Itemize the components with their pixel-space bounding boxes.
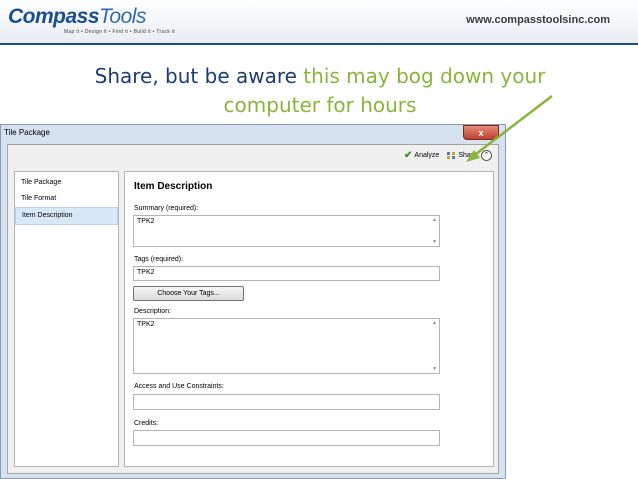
title-part-1: Share, but be aware — [94, 64, 304, 88]
share-icon — [447, 151, 456, 160]
summary-label: Summary (required): — [134, 205, 199, 212]
share-button[interactable]: Share — [447, 151, 477, 160]
description-label: Description: — [134, 308, 171, 315]
tags-value: TPK2 — [137, 269, 155, 276]
toolbar: ✔ Analyze Share ⌃ — [396, 150, 492, 161]
slide-title: Share, but be aware this may bog down yo… — [40, 62, 600, 120]
section-title: Item Description — [134, 181, 213, 192]
close-button[interactable]: x — [463, 125, 499, 140]
analyze-label: Analyze — [414, 152, 440, 159]
tags-field[interactable]: TPK2 — [133, 266, 440, 281]
tile-package-window: Tile Package x ✔ Analyze Share ⌃ Tile Pa… — [0, 124, 506, 479]
choose-tags-button[interactable]: Choose Your Tags... — [133, 286, 244, 301]
summary-value: TPK2 — [137, 218, 155, 225]
title-part-3: computer for hours — [223, 93, 417, 117]
summary-scrollbar[interactable]: ▲ ▼ — [430, 216, 439, 246]
logo-accent: Tools — [99, 5, 146, 28]
title-part-2: this may bog down your — [303, 64, 546, 88]
logo-main: Compass — [8, 5, 100, 28]
window-title: Tile Package — [4, 128, 50, 137]
sidebar-item-item-description[interactable]: Item Description — [15, 207, 118, 225]
item-description-panel: Item Description Summary (required): TPK… — [124, 171, 494, 467]
tags-label: Tags (required): — [134, 256, 184, 263]
sidebar-item-tile-package[interactable]: Tile Package — [15, 175, 118, 191]
logo-tagline: Map it • Design it • Find it • Build it … — [64, 29, 175, 35]
description-field[interactable]: TPK2 ▲ ▼ — [133, 318, 440, 374]
share-label: Share — [458, 152, 477, 159]
sidebar: Tile Package Tile Format Item Descriptio… — [14, 171, 119, 467]
analyze-button[interactable]: ✔ Analyze — [404, 150, 439, 161]
company-url: www.compasstoolsinc.com — [466, 14, 610, 26]
credits-field[interactable] — [133, 430, 440, 446]
banner-divider — [0, 43, 638, 45]
sidebar-item-tile-format[interactable]: Tile Format — [15, 191, 118, 207]
checkmark-icon: ✔ — [404, 150, 413, 161]
summary-field[interactable]: TPK2 ▲ ▼ — [133, 215, 440, 247]
compass-tools-logo: CompassTools — [8, 5, 146, 29]
chevron-up-icon[interactable]: ⌃ — [481, 150, 492, 161]
description-value: TPK2 — [137, 321, 155, 328]
credits-label: Credits: — [134, 420, 159, 427]
description-scrollbar[interactable]: ▲ ▼ — [430, 319, 439, 373]
access-constraints-label: Access and Use Constraints: — [134, 383, 224, 390]
window-client-area: ✔ Analyze Share ⌃ Tile Package Tile Form… — [7, 144, 499, 474]
access-constraints-field[interactable] — [133, 394, 440, 410]
header-banner: CompassTools Map it • Design it • Find i… — [0, 0, 638, 45]
